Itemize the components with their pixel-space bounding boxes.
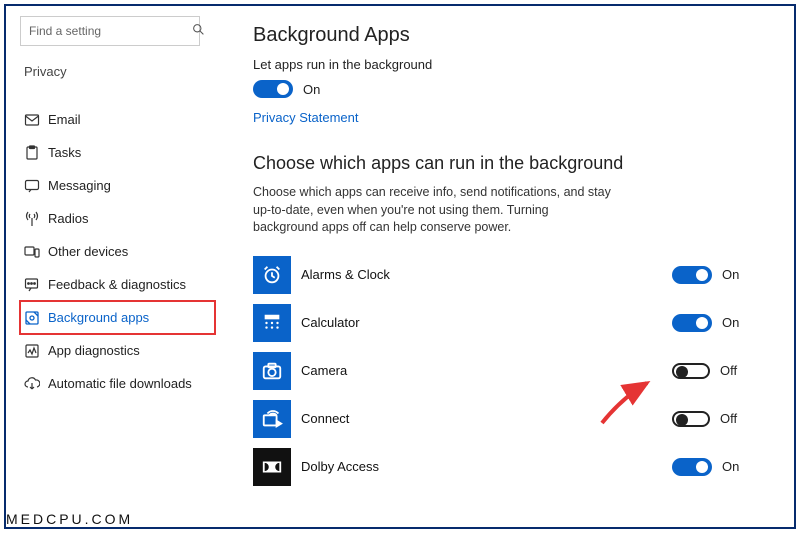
sidebar-item-label: Other devices <box>48 244 128 259</box>
master-toggle-subheading: Let apps run in the background <box>253 57 762 72</box>
app-row-alarms: Alarms & Clock On <box>253 253 762 297</box>
sidebar-item-partial[interactable] <box>20 85 215 103</box>
app-row-connect: Connect Off <box>253 397 762 441</box>
search-icon <box>192 23 205 39</box>
sidebar-item-label: App diagnostics <box>48 343 140 358</box>
app-toggle-label: Off <box>720 363 748 378</box>
messaging-icon <box>24 178 48 194</box>
diagnostics-icon <box>24 343 48 359</box>
background-apps-icon <box>24 310 48 326</box>
tasks-icon <box>24 145 48 161</box>
choose-apps-desc: Choose which apps can receive info, send… <box>253 184 613 237</box>
choose-apps-heading: Choose which apps can run in the backgro… <box>253 153 762 174</box>
sidebar-item-email[interactable]: Email <box>20 103 215 136</box>
calculator-icon <box>253 304 291 342</box>
sidebar-item-label: Messaging <box>48 178 111 193</box>
sidebar-item-label: Background apps <box>48 310 149 325</box>
search-box[interactable] <box>20 16 200 46</box>
sidebar-item-label: Email <box>48 112 81 127</box>
app-row-calculator: Calculator On <box>253 301 762 345</box>
watermark: MEDCPU.COM <box>6 511 133 527</box>
app-name: Connect <box>301 411 672 426</box>
sidebar-item-auto-downloads[interactable]: Automatic file downloads <box>20 367 215 400</box>
sidebar-nav: Email Tasks Messaging Radios <box>20 85 215 400</box>
sidebar: Privacy Email Tasks <box>10 10 215 523</box>
page-title: Background Apps <box>253 24 762 47</box>
email-icon <box>24 112 48 128</box>
cloud-download-icon <box>24 376 48 392</box>
app-name: Dolby Access <box>301 459 672 474</box>
search-input[interactable] <box>21 24 192 38</box>
radios-icon <box>24 211 48 227</box>
app-toggle-alarms[interactable] <box>672 266 712 284</box>
master-toggle[interactable] <box>253 80 293 98</box>
app-toggle-connect[interactable] <box>672 411 710 427</box>
app-toggle-label: Off <box>720 411 748 426</box>
app-name: Camera <box>301 363 672 378</box>
app-row-camera: Camera Off <box>253 349 762 393</box>
sidebar-item-tasks[interactable]: Tasks <box>20 136 215 169</box>
sidebar-item-messaging[interactable]: Messaging <box>20 169 215 202</box>
app-row-dolby: Dolby Access On <box>253 445 762 489</box>
sidebar-item-feedback[interactable]: Feedback & diagnostics <box>20 268 215 301</box>
dolby-icon <box>253 448 291 486</box>
camera-icon <box>253 352 291 390</box>
master-toggle-label: On <box>303 82 320 97</box>
app-toggle-label: On <box>722 267 750 282</box>
sidebar-item-app-diagnostics[interactable]: App diagnostics <box>20 334 215 367</box>
alarms-icon <box>253 256 291 294</box>
sidebar-item-background-apps[interactable]: Background apps <box>20 301 215 334</box>
sidebar-item-label: Radios <box>48 211 88 226</box>
sidebar-section-title: Privacy <box>24 64 215 79</box>
app-toggle-label: On <box>722 315 750 330</box>
app-name: Calculator <box>301 315 672 330</box>
app-toggle-dolby[interactable] <box>672 458 712 476</box>
sidebar-item-label: Feedback & diagnostics <box>48 277 186 292</box>
sidebar-item-label: Automatic file downloads <box>48 376 192 391</box>
app-toggle-camera[interactable] <box>672 363 710 379</box>
app-name: Alarms & Clock <box>301 267 672 282</box>
sidebar-item-radios[interactable]: Radios <box>20 202 215 235</box>
devices-icon <box>24 244 48 260</box>
main-panel: Background Apps Let apps run in the back… <box>215 10 790 523</box>
app-toggle-label: On <box>722 459 750 474</box>
sidebar-item-other-devices[interactable]: Other devices <box>20 235 215 268</box>
connect-icon <box>253 400 291 438</box>
sidebar-item-label: Tasks <box>48 145 81 160</box>
privacy-statement-link[interactable]: Privacy Statement <box>253 110 359 125</box>
app-toggle-calculator[interactable] <box>672 314 712 332</box>
feedback-icon <box>24 277 48 293</box>
